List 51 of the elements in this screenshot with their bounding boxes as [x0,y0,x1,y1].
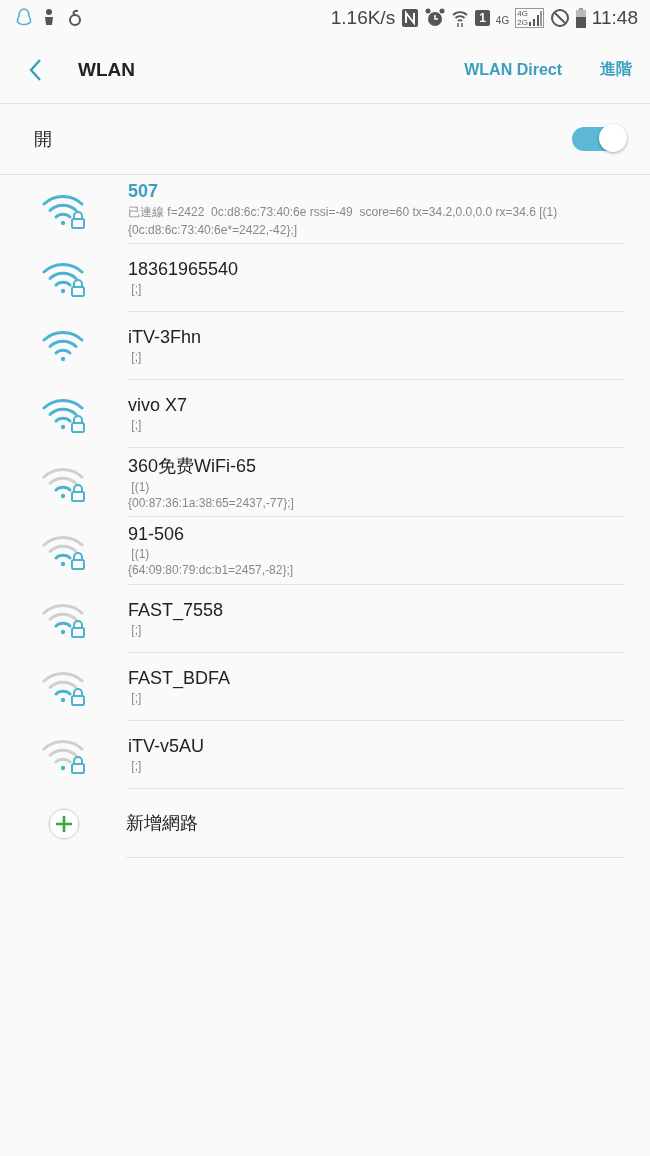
network-name: FAST_BDFA [128,668,232,689]
do-not-disturb-icon [549,8,570,28]
sim-badge: 1 [475,10,490,26]
nfc-icon [401,8,420,28]
network-name: 360免费WiFi-65 [128,455,258,478]
toggle-switch[interactable] [572,127,624,151]
network-item[interactable]: 507 已連線 f=2422 0c:d8:6c:73:40:6e rssi=-49 score=60 tx=34.2,0.0,0.0 rx=34.6 [(1) {0c:d8:6c:73:40:6e*=2422,-42};] [0,175,650,244]
network-name: iTV-v5AU [128,736,206,757]
network-details: [(1) [130,547,151,561]
network-details: [;] [130,350,143,364]
network-details: [;] [130,759,143,773]
network-details: [;] [130,282,143,296]
add-network-item[interactable]: 新增網路 [0,789,650,858]
network-details: {00:87:36:1a:38:65=2437,-77};] [128,496,295,510]
network-speed: 1.16K/s [330,7,396,29]
plus-icon [48,807,80,840]
penguin-icon [16,8,32,28]
network-item[interactable]: iTV-3Fhn [;] [0,312,650,380]
network-details: {0c:d8:6c:73:40:6e*=2422,-42};] [128,223,299,237]
network-name: 507 [128,181,160,202]
network-name: FAST_7558 [128,600,225,621]
wifi-icon [451,8,470,28]
network-item[interactable]: 91-506 [(1) {64:09:80:79:dc:b1=2457,-82};] [0,517,650,585]
network-type: 4G [495,15,510,26]
network-details: [;] [130,691,143,705]
network-name: 91-506 [128,524,186,545]
add-network-label: 新增網路 [126,812,199,835]
network-item[interactable]: 360免费WiFi-65 [(1) {00:87:36:1a:38:65=2437,-77};] [0,448,650,517]
alarm-icon [425,8,446,28]
network-name: vivo X7 [128,395,189,416]
clock: 11:48 [591,7,638,29]
page-title: WLAN [78,58,135,81]
network-name: iTV-3Fhn [128,327,203,348]
network-item[interactable]: FAST_7558 [;] [0,585,650,653]
network-details: [;] [130,623,143,637]
battery-icon [575,8,586,28]
cell-signal-icon: 4G 2G [515,8,544,28]
network-item[interactable]: iTV-v5AU [;] [0,721,650,789]
figure-icon [42,8,56,28]
network-details: [;] [130,418,143,432]
swirl-icon [66,9,84,27]
network-item[interactable]: 18361965540 [;] [0,244,650,312]
network-details: {64:09:80:79:dc:b1=2457,-82};] [128,563,295,577]
network-name: 18361965540 [128,259,240,280]
network-details: [(1) [130,480,151,494]
network-item[interactable]: FAST_BDFA [;] [0,653,650,721]
master-switch-row[interactable]: 開 [0,104,650,175]
network-details: 已連線 f=2422 0c:d8:6c:73:40:6e rssi=-49 score=60 tx=34.2,0.0,0.0 rx=34.6 [(1) [128,204,559,221]
switch-label: 開 [34,128,52,151]
network-item[interactable]: vivo X7 [;] [0,380,650,448]
chevron-left-icon [28,57,42,82]
